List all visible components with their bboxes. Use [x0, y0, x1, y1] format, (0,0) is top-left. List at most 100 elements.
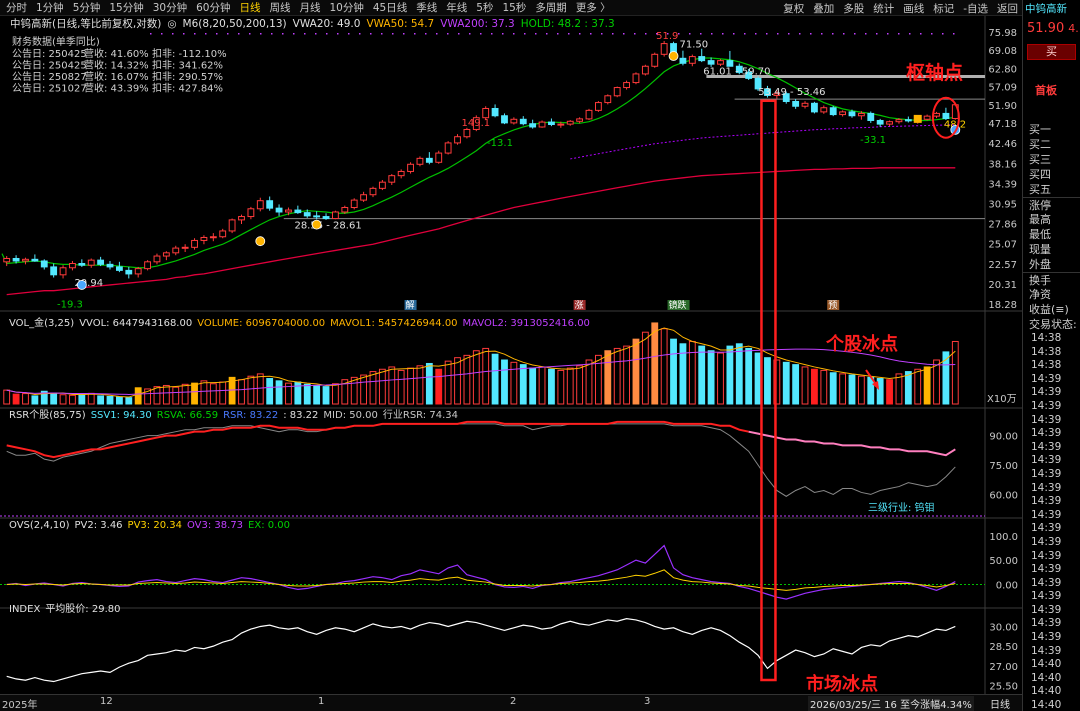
- tool-button-6[interactable]: -自选: [963, 1, 988, 16]
- candle-96[interactable]: [904, 116, 912, 123]
- candle-47[interactable]: [444, 141, 452, 155]
- candle-72[interactable]: [679, 50, 687, 66]
- period-tab-4[interactable]: 30分钟: [153, 0, 187, 15]
- candle-70[interactable]: [660, 40, 668, 57]
- candle-93[interactable]: [876, 118, 884, 127]
- tool-button-7[interactable]: 返回: [997, 1, 1018, 16]
- index-panel[interactable]: 30.00 28.50 27.00 25.50 INDEX 平均股价: 29.80 市场冰点: [6, 603, 1018, 694]
- candle-55[interactable]: [519, 116, 527, 126]
- candle-22[interactable]: [209, 233, 217, 242]
- tool-button-0[interactable]: 复权: [783, 1, 804, 16]
- candle-75[interactable]: [707, 57, 715, 67]
- candle-38[interactable]: [360, 191, 368, 202]
- candle-10[interactable]: [97, 256, 105, 267]
- buy-button[interactable]: 买: [1027, 44, 1076, 60]
- period-tab-8[interactable]: 月线: [300, 0, 321, 15]
- period-tab-10[interactable]: 45日线: [373, 0, 407, 15]
- candle-18[interactable]: [172, 245, 180, 256]
- candle-11[interactable]: [106, 260, 114, 270]
- period-tab-2[interactable]: 5分钟: [73, 0, 101, 15]
- tool-button-3[interactable]: 统计: [873, 1, 894, 16]
- candle-4[interactable]: [40, 259, 48, 270]
- signal-marker-icon[interactable]: [76, 280, 87, 290]
- candle-98[interactable]: [923, 114, 931, 121]
- candle-89[interactable]: [839, 110, 847, 117]
- candle-6[interactable]: [59, 265, 67, 279]
- candle-53[interactable]: [501, 113, 508, 125]
- candle-21[interactable]: [200, 235, 208, 245]
- candle-94[interactable]: [886, 120, 893, 127]
- period-tab-0[interactable]: 分时: [6, 0, 27, 15]
- candle-9[interactable]: [87, 258, 95, 268]
- period-tab-5[interactable]: 60分钟: [196, 0, 230, 15]
- candle-60[interactable]: [566, 120, 574, 126]
- candle-52[interactable]: [491, 104, 499, 118]
- signal-marker-icon[interactable]: [668, 51, 679, 61]
- candle-62[interactable]: [585, 108, 593, 121]
- candle-73[interactable]: [688, 54, 696, 67]
- period-tab-6[interactable]: 日线: [240, 0, 261, 15]
- period-tab-9[interactable]: 10分钟: [330, 0, 364, 15]
- candle-46[interactable]: [435, 150, 443, 164]
- candle-69[interactable]: [651, 52, 659, 68]
- candle-34[interactable]: [322, 213, 330, 220]
- candle-3[interactable]: [31, 254, 39, 262]
- candle-68[interactable]: [641, 64, 649, 76]
- period-tab-14[interactable]: 15秒: [502, 0, 526, 15]
- period-tab-1[interactable]: 1分钟: [36, 0, 64, 15]
- candle-92[interactable]: [867, 111, 875, 123]
- candle-85[interactable]: [801, 101, 809, 109]
- candle-49[interactable]: [463, 127, 471, 139]
- tool-button-1[interactable]: 叠加: [813, 1, 834, 16]
- period-tab-15[interactable]: 多周期: [535, 0, 567, 15]
- period-tab-13[interactable]: 5秒: [476, 0, 493, 15]
- signal-marker-icon[interactable]: [311, 219, 322, 230]
- candle-24[interactable]: [228, 218, 236, 234]
- period-tab-11[interactable]: 季线: [416, 0, 437, 15]
- signal-square-icon[interactable]: [913, 114, 922, 123]
- candle-56[interactable]: [529, 119, 537, 129]
- candle-45[interactable]: [425, 152, 433, 165]
- candle-16[interactable]: [153, 253, 161, 265]
- candle-13[interactable]: [125, 266, 133, 279]
- candle-41[interactable]: [388, 174, 396, 185]
- candle-44[interactable]: [416, 156, 424, 167]
- candle-76[interactable]: [717, 59, 724, 66]
- candle-43[interactable]: [407, 162, 414, 174]
- candle-17[interactable]: [162, 251, 170, 261]
- candle-29[interactable]: [275, 204, 283, 216]
- candle-27[interactable]: [256, 197, 264, 212]
- candle-35[interactable]: [332, 210, 339, 220]
- candle-67[interactable]: [632, 72, 640, 85]
- candle-84[interactable]: [792, 98, 800, 109]
- candle-15[interactable]: [144, 260, 151, 271]
- candle-77[interactable]: [726, 50, 734, 67]
- tool-button-4[interactable]: 画线: [903, 1, 924, 16]
- candle-58[interactable]: [548, 118, 555, 127]
- candle-14[interactable]: [134, 266, 142, 278]
- candle-31[interactable]: [294, 205, 302, 214]
- candle-25[interactable]: [238, 214, 245, 224]
- candle-39[interactable]: [369, 186, 377, 198]
- candle-54[interactable]: [510, 117, 518, 125]
- candle-99[interactable]: [933, 111, 940, 119]
- kline-chart[interactable]: 75.98 69.08 62.80 57.09 51.90 47.18 42.46 38.16…: [0, 16, 1022, 694]
- candle-40[interactable]: [378, 179, 386, 191]
- period-tab-3[interactable]: 15分钟: [109, 0, 143, 15]
- candle-19[interactable]: [181, 244, 189, 253]
- candle-86[interactable]: [811, 101, 818, 114]
- candle-0[interactable]: [3, 256, 11, 267]
- candle-88[interactable]: [829, 105, 837, 117]
- candle-20[interactable]: [191, 238, 198, 250]
- candle-33[interactable]: [313, 211, 321, 220]
- candle-37[interactable]: [350, 198, 358, 210]
- candle-63[interactable]: [594, 101, 602, 112]
- tool-button-2[interactable]: 多股: [843, 1, 864, 16]
- ovs-panel[interactable]: 100.0 50.00 0.00 OVS(2,4,10) PV2: 3.46 PV3: 2…: [0, 520, 1018, 600]
- candle-100[interactable]: [942, 107, 950, 121]
- candle-26[interactable]: [247, 206, 255, 220]
- candle-23[interactable]: [219, 228, 227, 239]
- candle-28[interactable]: [266, 196, 274, 211]
- candle-7[interactable]: [69, 260, 76, 271]
- candle-87[interactable]: [820, 105, 828, 114]
